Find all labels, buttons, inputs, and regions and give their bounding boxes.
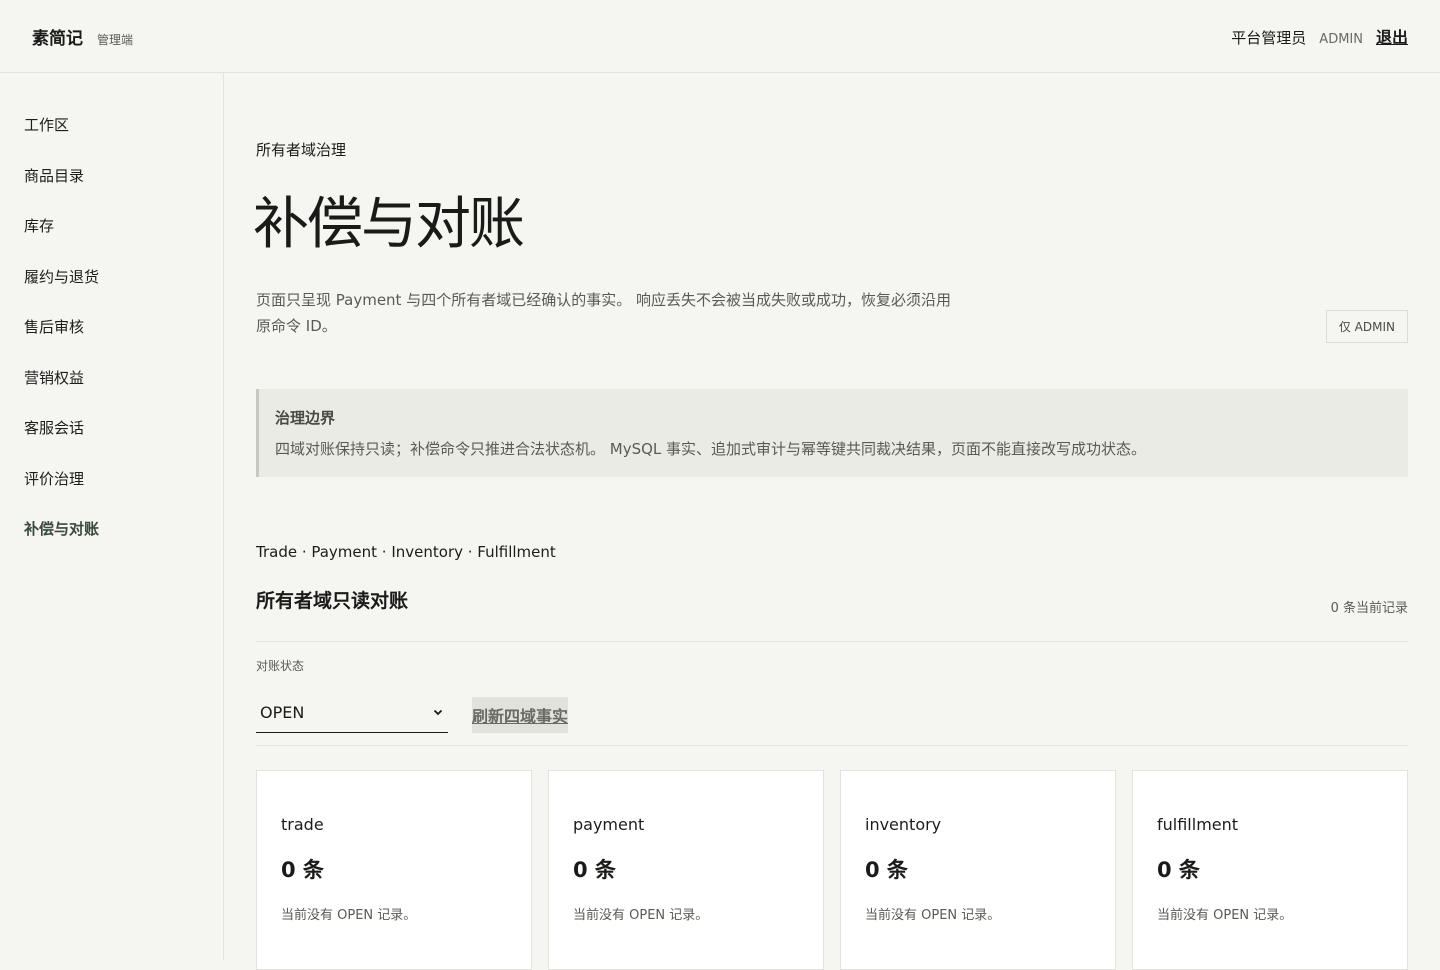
card-domain-name: trade (281, 815, 324, 834)
card-empty-message: 当前没有 OPEN 记录。 (865, 908, 1001, 923)
main-content: 所有者域治理 补偿与对账 页面只呈现 Payment 与四个所有者域已经确认的事… (253, 73, 1408, 970)
callout-body: 四域对账保持只读；补偿命令只推进合法状态机。 MySQL 事实、追加式审计与幂等… (275, 440, 1147, 458)
brand-name[interactable]: 素简记 (32, 24, 83, 49)
sidebar: 工作区 商品目录 库存 履约与退货 售后审核 营销权益 客服会话 评价治理 补偿… (0, 73, 224, 960)
user-role: 平台管理员 (1231, 29, 1307, 47)
page-description-line-1: 页面只呈现 Payment 与四个所有者域已经确认的事实。 响应丢失不会被当成失… (256, 291, 951, 309)
brand: 素简记 管理端 (32, 24, 133, 49)
domain-card-inventory: inventory 0 条 当前没有 OPEN 记录。 (840, 770, 1116, 970)
user-area: 平台管理员 ADMIN 退出 (1231, 24, 1408, 48)
logout-link[interactable]: 退出 (1376, 24, 1408, 48)
governance-callout: 治理边界 四域对账保持只读；补偿命令只推进合法状态机。 MySQL 事实、追加式… (256, 389, 1408, 477)
card-record-count: 0 条 (281, 858, 324, 882)
page-description-line-2: 原命令 ID。 (256, 317, 337, 335)
sidebar-item-workspace[interactable]: 工作区 (0, 113, 223, 164)
divider (256, 641, 1408, 642)
card-empty-message: 当前没有 OPEN 记录。 (573, 908, 709, 923)
card-empty-message: 当前没有 OPEN 记录。 (1157, 908, 1293, 923)
user-name: ADMIN (1319, 32, 1363, 47)
section-title: 所有者域只读对账 (256, 590, 409, 612)
card-record-count: 0 条 (1157, 858, 1200, 882)
sidebar-item-aftersales-review[interactable]: 售后审核 (0, 315, 223, 366)
page-title: 补偿与对账 (253, 192, 525, 257)
card-record-count: 0 条 (573, 858, 616, 882)
sidebar-item-compensation-reconciliation[interactable]: 补偿与对账 (0, 517, 223, 568)
status-filter-select[interactable]: OPEN (256, 692, 448, 733)
card-domain-name: payment (573, 815, 645, 834)
divider (256, 745, 1408, 746)
record-count: 0 条当前记录 (1330, 601, 1408, 616)
top-bar: 素简记 管理端 平台管理员 ADMIN 退出 (0, 0, 1440, 73)
card-domain-name: inventory (865, 815, 942, 834)
callout-title: 治理边界 (275, 409, 336, 427)
sidebar-item-customer-service[interactable]: 客服会话 (0, 416, 223, 467)
sidebar-item-inventory[interactable]: 库存 (0, 214, 223, 265)
sidebar-item-review-governance[interactable]: 评价治理 (0, 467, 223, 518)
card-domain-name: fulfillment (1157, 815, 1239, 834)
domain-cards: trade 0 条 当前没有 OPEN 记录。 payment 0 条 当前没有… (256, 770, 1408, 970)
sidebar-item-catalog[interactable]: 商品目录 (0, 164, 223, 215)
status-filter-value: OPEN (260, 702, 305, 722)
brand-subtitle: 管理端 (97, 32, 134, 47)
card-empty-message: 当前没有 OPEN 记录。 (281, 908, 417, 923)
page-eyebrow: 所有者域治理 (256, 141, 347, 159)
sidebar-item-fulfillment-returns[interactable]: 履约与退货 (0, 265, 223, 316)
refresh-domains-button[interactable]: 刷新四域事实 (472, 697, 569, 733)
page-description: 页面只呈现 Payment 与四个所有者域已经确认的事实。 响应丢失不会被当成失… (256, 287, 1016, 339)
sidebar-item-marketing-benefits[interactable]: 营销权益 (0, 366, 223, 417)
domain-card-fulfillment: fulfillment 0 条 当前没有 OPEN 记录。 (1132, 770, 1408, 970)
chevron-down-icon (433, 709, 443, 716)
status-filter-label: 对账状态 (256, 659, 305, 673)
domain-card-payment: payment 0 条 当前没有 OPEN 记录。 (548, 770, 824, 970)
admin-only-badge: 仅 ADMIN (1325, 310, 1408, 343)
domain-card-trade: trade 0 条 当前没有 OPEN 记录。 (256, 770, 532, 970)
domain-trail: Trade · Payment · Inventory · Fulfillmen… (256, 543, 556, 561)
card-record-count: 0 条 (865, 858, 908, 882)
